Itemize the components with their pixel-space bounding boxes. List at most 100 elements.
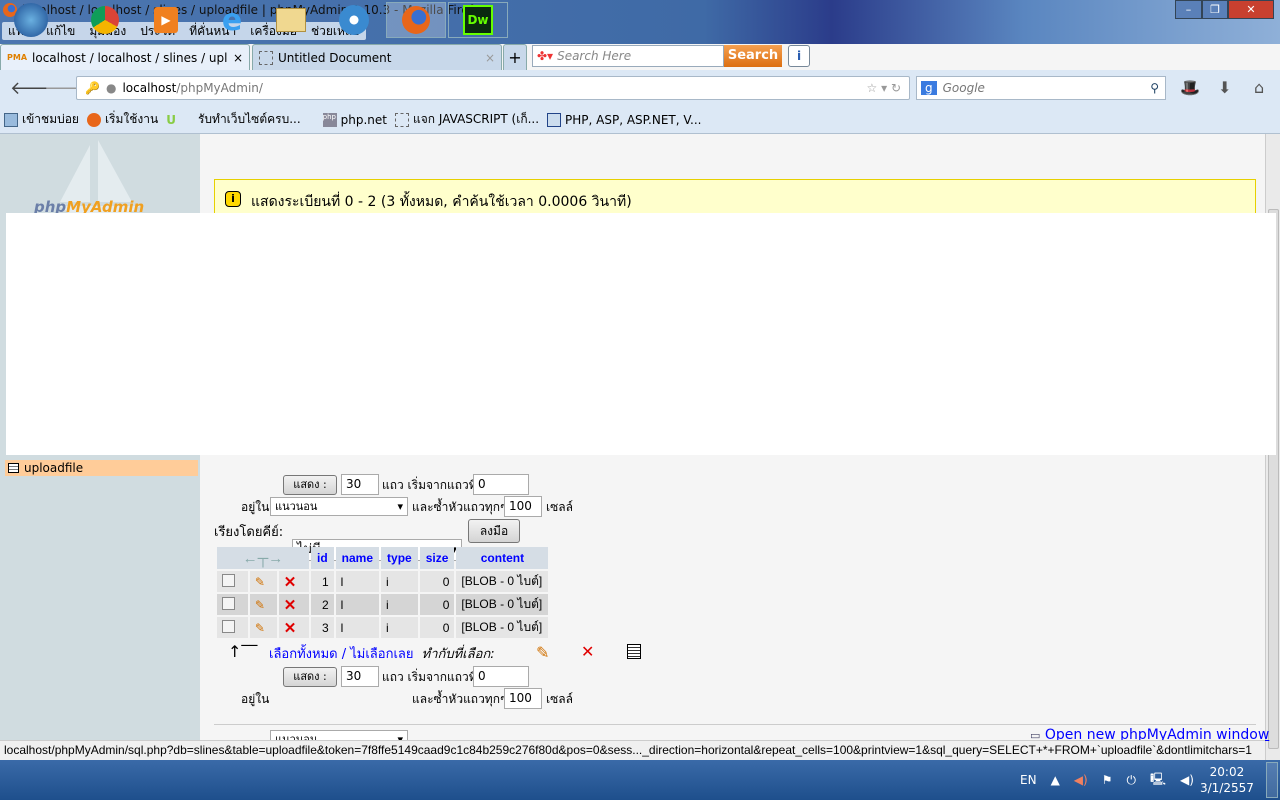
info-icon[interactable]: i	[788, 45, 810, 67]
repeat-input-bottom[interactable]: 100	[504, 688, 542, 709]
cell-id: 1	[311, 571, 334, 592]
taskbar-webcam-icon[interactable]	[325, 2, 383, 38]
cell-name: l	[335, 571, 380, 592]
power-icon[interactable]: ⏻	[1126, 773, 1136, 788]
show-hidden-icons[interactable]: ▲	[1051, 773, 1060, 787]
download-icon[interactable]: ⬇	[1218, 78, 1231, 97]
display-mode-select[interactable]: แนวนอน	[270, 497, 408, 516]
start-button[interactable]	[2, 2, 60, 38]
bookmark-star-icon[interactable]: ☆ ▾ ↻	[867, 81, 901, 95]
edit-icon[interactable]: ✎	[249, 617, 277, 638]
search-placeholder: Search Here	[557, 49, 632, 63]
network-icon[interactable]: 🖳	[1150, 770, 1166, 791]
rows-input[interactable]: 30	[341, 474, 379, 495]
clock-date: 3/1/2557	[1200, 781, 1254, 795]
bookmark-php-asp[interactable]: PHP, ASP, ASP.NET, V...	[547, 112, 701, 127]
uncheck-all-link[interactable]: ไม่เลือกเลย	[350, 647, 413, 662]
table-name: uploadfile	[24, 461, 84, 475]
delete-selected-icon[interactable]: ✕	[581, 642, 594, 661]
bookmark-u[interactable]: U	[166, 113, 176, 127]
search-icon[interactable]: ⚲	[1150, 81, 1159, 95]
column-header-content[interactable]: content	[456, 547, 549, 569]
tab-untitled[interactable]: Untitled Document ×	[252, 44, 502, 70]
column-header-name[interactable]: name	[335, 547, 380, 569]
edit-icon[interactable]: ✎	[249, 571, 277, 592]
edit-selected-icon[interactable]: ✎	[536, 643, 549, 662]
action-center-flag-icon[interactable]: ⚑	[1102, 773, 1113, 787]
show-desktop-button[interactable]	[1266, 762, 1278, 798]
taskbar-firefox-icon[interactable]	[386, 2, 446, 38]
taskbar-media-player-icon[interactable]: ▶	[137, 2, 195, 38]
rows-input-bottom[interactable]: 30	[341, 666, 379, 687]
globe-icon: ●	[105, 81, 117, 95]
bulk-actions: เลือกทั้งหมด / ไม่เลือกเลย ทำกับที่เลือก…	[269, 643, 495, 664]
new-tab-button[interactable]: +	[503, 44, 527, 70]
tab-label: Untitled Document	[278, 50, 392, 65]
taskbar-dreamweaver-icon[interactable]: Dw	[448, 2, 508, 38]
close-button[interactable]: ✕	[1228, 0, 1274, 19]
bookmark-php-net[interactable]: php php.net	[322, 112, 387, 127]
hat-icon[interactable]: 🎩	[1180, 78, 1200, 97]
close-tab-icon[interactable]: ×	[233, 51, 243, 65]
bookmark-getting-started[interactable]: เริ่มใช้งาน	[86, 110, 158, 129]
url-path: /phpMyAdmin/	[176, 81, 263, 95]
delete-icon[interactable]: ✕	[278, 594, 309, 615]
toolbar-search-input[interactable]: ✤▾ Search Here	[532, 45, 724, 67]
edit-icon[interactable]: ✎	[249, 594, 277, 615]
delete-icon[interactable]: ✕	[278, 617, 309, 638]
repeat-label: และซ้ำหัวแถวทุกๆ	[412, 692, 507, 706]
start-row-input-bottom[interactable]: 0	[473, 666, 529, 687]
cell-size: 0	[419, 571, 455, 592]
bookmark-javascript[interactable]: แจก JAVASCRIPT (เก็...	[395, 110, 539, 129]
check-all-link[interactable]: เลือกทั้งหมด	[269, 647, 338, 662]
row-checkbox[interactable]	[222, 619, 235, 633]
delete-icon[interactable]: ✕	[278, 571, 309, 592]
bookmark-web-design[interactable]: รับทำเว็บไซต์ครบ...	[198, 110, 301, 129]
url-bar[interactable]: 🔑 ● localhost/phpMyAdmin/ ☆ ▾ ↻	[76, 76, 910, 100]
cell-content: [BLOB - 0 ไบต์]	[456, 571, 549, 592]
bookmark-most-visited[interactable]: เข้าชมบ่อย	[4, 110, 79, 129]
cells-label: เซลล์	[546, 692, 573, 706]
key-icon: 🔑	[85, 81, 100, 95]
column-header-id[interactable]: id	[311, 547, 334, 569]
home-icon[interactable]: ⌂	[1254, 78, 1264, 97]
bookmarks-bar: เข้าชมบ่อย เริ่มใช้งาน U รับทำเว็บไซต์คร…	[0, 106, 1280, 134]
row-checkbox[interactable]	[222, 573, 235, 587]
column-header-size[interactable]: size	[419, 547, 455, 569]
clock[interactable]: 20:02 3/1/2557	[1200, 764, 1254, 796]
google-search-input[interactable]: g Google ⚲	[916, 76, 1166, 100]
search-button[interactable]: Search	[724, 45, 782, 67]
rows-label: แถว เริ่มจากแถวที่	[382, 478, 477, 492]
row-checkbox[interactable]	[222, 596, 235, 610]
maximize-button[interactable]: ❐	[1202, 0, 1228, 19]
cell-type: i	[381, 571, 418, 592]
cell-id: 2	[311, 594, 334, 615]
column-header-type[interactable]: type	[381, 547, 418, 569]
table-row: ✎ ✕ 2 l i 0 [BLOB - 0 ไบต์]	[217, 594, 549, 615]
show-button-bottom[interactable]: แสดง :	[283, 667, 337, 687]
tab-phpmyadmin[interactable]: PMA localhost / localhost / slines / uplo…	[0, 44, 250, 70]
taskbar-chrome-icon[interactable]	[76, 2, 134, 38]
tab-label: localhost / localhost / slines / upload.…	[32, 50, 228, 65]
show-button[interactable]: แสดง :	[283, 475, 337, 495]
volume-icon[interactable]: ◀)	[1180, 773, 1194, 787]
taskbar-internet-explorer-icon[interactable]: e	[203, 2, 261, 38]
sidebar-table-uploadfile[interactable]: uploadfile	[5, 460, 198, 476]
page-icon	[259, 50, 273, 65]
cell-content: [BLOB - 0 ไบต์]	[456, 594, 549, 615]
clock-time: 20:02	[1209, 765, 1245, 779]
phpmyadmin-logo[interactable]: phpMyAdmin	[20, 140, 180, 220]
start-row-input[interactable]: 0	[473, 474, 529, 495]
language-indicator[interactable]: EN	[1020, 773, 1037, 787]
minimize-button[interactable]: –	[1175, 0, 1202, 19]
export-selected-icon[interactable]	[627, 644, 641, 659]
column-expand-icon[interactable]: ←┬→	[217, 547, 309, 569]
cell-type: i	[381, 617, 418, 638]
google-icon: g	[921, 81, 937, 95]
go-button[interactable]: ลงมือ	[468, 519, 520, 543]
taskbar-explorer-icon[interactable]	[262, 2, 320, 38]
close-tab-icon[interactable]: ×	[485, 51, 495, 65]
repeat-input[interactable]: 100	[504, 496, 542, 517]
speaker-icon[interactable]: ◀)	[1074, 773, 1088, 787]
info-icon: i	[225, 191, 241, 207]
